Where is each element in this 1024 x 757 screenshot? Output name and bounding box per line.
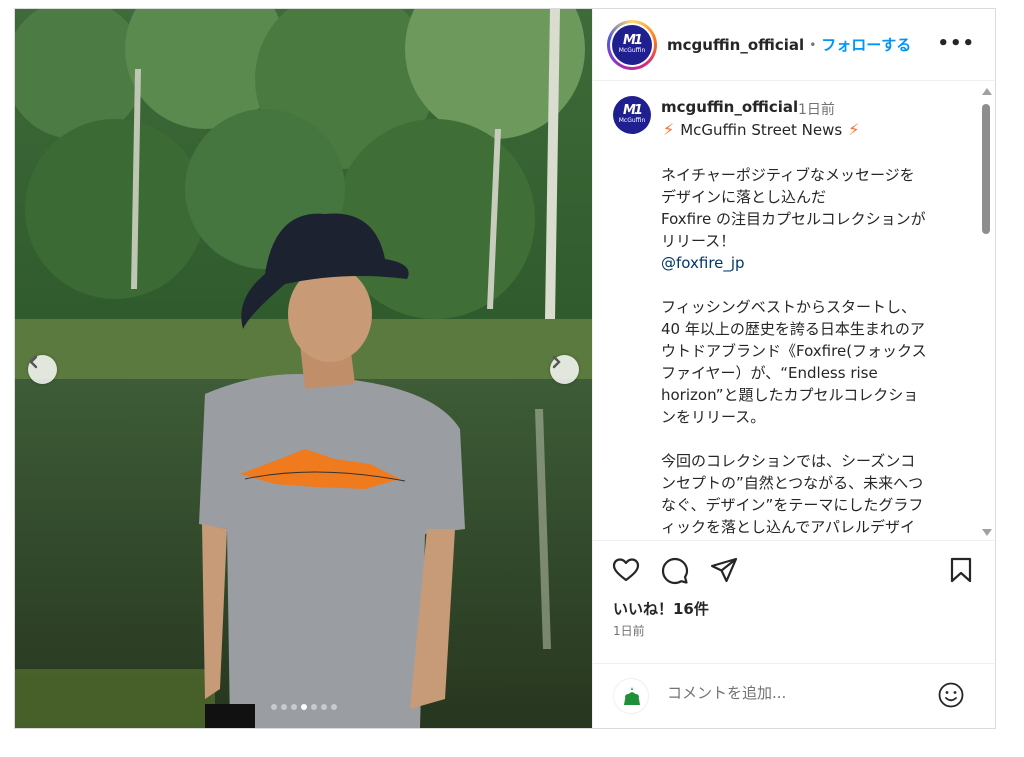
follow-button[interactable]: フォローする xyxy=(821,34,911,55)
carousel-dot xyxy=(270,704,277,710)
caption-avatar[interactable]: M1 McGuffin xyxy=(613,96,651,134)
emoji-icon xyxy=(938,682,964,708)
carousel-dot xyxy=(280,704,287,710)
avatar: M1 McGuffin xyxy=(612,24,652,65)
previous-photo-button[interactable] xyxy=(28,355,57,384)
story-ring[interactable]: M1 McGuffin xyxy=(607,19,657,70)
carousel-dot xyxy=(310,704,317,710)
carousel-dot xyxy=(290,704,297,710)
caption-paragraph: ネイチャーポジティブなメッセージを デザインに落とし込んだ Foxfire の注… xyxy=(661,164,961,274)
caption-body: ネイチャーポジティブなメッセージを デザインに落とし込んだ Foxfire の注… xyxy=(661,164,961,539)
caption-scrollbar[interactable] xyxy=(980,86,992,538)
chevron-right-icon xyxy=(552,355,561,369)
save-button[interactable] xyxy=(949,557,973,587)
logo-mark: M1 xyxy=(623,103,643,118)
carousel-dot xyxy=(320,704,327,710)
logo-brand: McGuffin xyxy=(618,46,646,54)
logo-mark: M1 xyxy=(623,32,643,48)
caption-title-text: McGuffin Street News xyxy=(680,120,843,139)
comment-input[interactable] xyxy=(667,684,927,702)
caption-scroll-area[interactable]: M1 McGuffin mcguffin_official 1日前 ⚡ McGu… xyxy=(593,82,997,539)
scrollbar-thumb[interactable] xyxy=(982,104,990,234)
post-photo[interactable] xyxy=(15,9,592,728)
bookmark-icon xyxy=(950,557,972,583)
post-dialog: M1 McGuffin mcguffin_official • フォローする •… xyxy=(14,8,997,729)
caption-username[interactable]: mcguffin_official xyxy=(661,98,798,116)
chevron-left-icon xyxy=(29,355,38,369)
post-time[interactable]: 1日前 xyxy=(613,622,645,639)
user-avatar xyxy=(613,678,649,714)
header-username[interactable]: mcguffin_official xyxy=(667,36,804,54)
post-header: M1 McGuffin mcguffin_official • フォローする •… xyxy=(593,9,997,81)
heart-icon xyxy=(612,558,640,582)
post-side-panel: M1 McGuffin mcguffin_official • フォローする •… xyxy=(592,9,997,728)
next-photo-button[interactable] xyxy=(550,355,579,384)
caption-title: ⚡ McGuffin Street News ⚡ xyxy=(663,120,859,139)
emoji-button[interactable] xyxy=(937,681,965,713)
caption-time: 1日前 xyxy=(798,102,835,118)
likes-count[interactable]: いいね！16件 xyxy=(613,598,709,619)
caption-text: ネイチャーポジティブなメッセージを デザインに落とし込んだ Foxfire の注… xyxy=(661,166,926,250)
scroll-down-arrow-icon[interactable] xyxy=(982,529,992,536)
scroll-up-arrow-icon[interactable] xyxy=(982,88,992,95)
mention-link[interactable]: @foxfire_jp xyxy=(661,252,961,274)
caption-paragraph: フィッシングベストからスタートし、 40 年以上の歴史を誇る日本生まれのア ウト… xyxy=(661,298,927,426)
lightning-icon: ⚡ xyxy=(848,120,860,139)
carousel-dot xyxy=(330,704,337,710)
share-button[interactable] xyxy=(710,557,738,587)
more-options-button[interactable]: ••• xyxy=(937,33,975,54)
lightning-icon: ⚡ xyxy=(663,120,675,139)
carousel-indicator xyxy=(15,704,592,710)
avatar: M1 McGuffin xyxy=(613,96,651,134)
caption-paragraph: 今回のコレクションでは、シーズンコ ンセプトの”自然とつながる、未来へつ なぐ、… xyxy=(661,452,924,536)
carousel-dot-active xyxy=(300,704,307,710)
comment-button[interactable] xyxy=(661,557,689,589)
send-icon xyxy=(710,557,738,583)
like-button[interactable] xyxy=(612,557,640,587)
comment-icon xyxy=(661,557,689,585)
logo-brand: McGuffin xyxy=(618,117,646,124)
photo-illustration xyxy=(15,9,592,728)
comment-bar xyxy=(593,663,997,727)
user-avatar-icon xyxy=(614,679,648,713)
header-separator: • xyxy=(809,37,817,52)
